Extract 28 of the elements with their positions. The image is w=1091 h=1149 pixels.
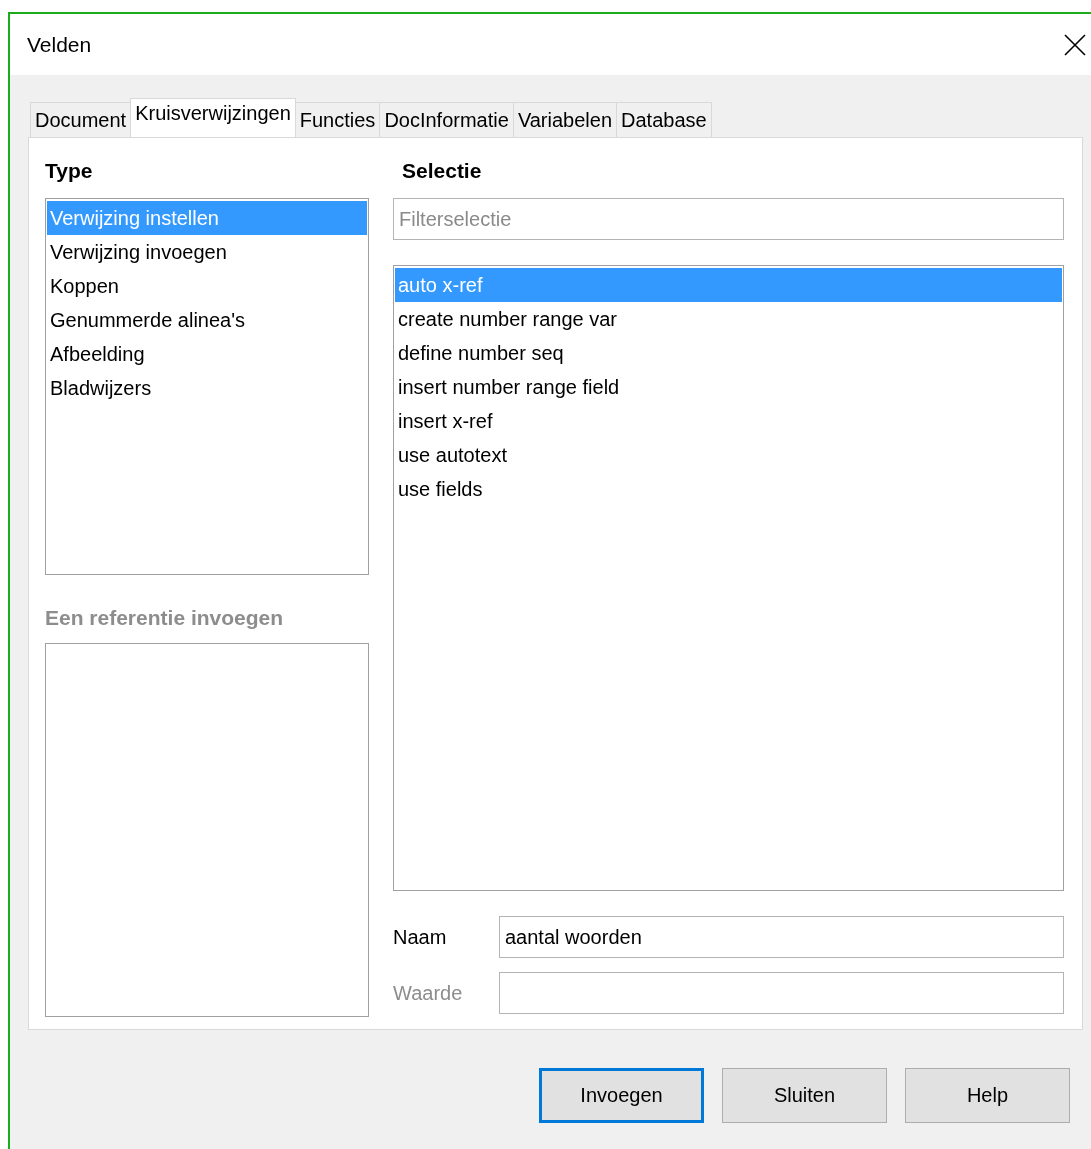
dialog-button[interactable]: Sluiten [722,1068,887,1123]
filter-field[interactable]: Filterselectie [393,198,1064,240]
tab[interactable]: Document [30,102,132,137]
type-list[interactable]: Verwijzing instellen Verwijzing invoegen Koppen Genummerde alinea's Afbeelding Bladwijzers [45,198,369,575]
list-item[interactable]: Afbeelding [47,337,367,371]
list-item[interactable]: Koppen [47,269,367,303]
list-item[interactable]: define number seq [395,336,1062,370]
close-icon[interactable] [1063,32,1087,57]
list-item[interactable]: Verwijzing invoegen [47,235,367,269]
section-heading: Type [45,158,94,184]
list-item[interactable]: insert number range field [395,370,1062,404]
text-field[interactable]: aantal woorden [499,916,1064,958]
list-item[interactable]: Bladwijzers [47,371,367,405]
tab[interactable]: Kruisverwijzingen [130,98,296,137]
list-item[interactable]: insert x-ref [395,404,1062,438]
tab[interactable]: Database [616,102,712,137]
dialog-button[interactable]: Invoegen [539,1068,704,1123]
field-label: Naam [393,925,448,949]
window-title: Velden [27,32,92,57]
list-item[interactable]: use autotext [395,438,1062,472]
list-item[interactable]: create number range var [395,302,1062,336]
dialog-button[interactable]: Help [905,1068,1070,1123]
section-heading: Selectie [401,158,483,184]
list-item[interactable]: Genummerde alinea's [47,303,367,337]
selection-list[interactable]: auto x-ref create number range var define number seq insert number range field insert x-ref use autotext use fields [393,265,1064,891]
section-heading: Een referentie invoegen [45,605,285,631]
field-label: Waarde [393,981,464,1005]
list-item[interactable]: use fields [395,472,1062,506]
